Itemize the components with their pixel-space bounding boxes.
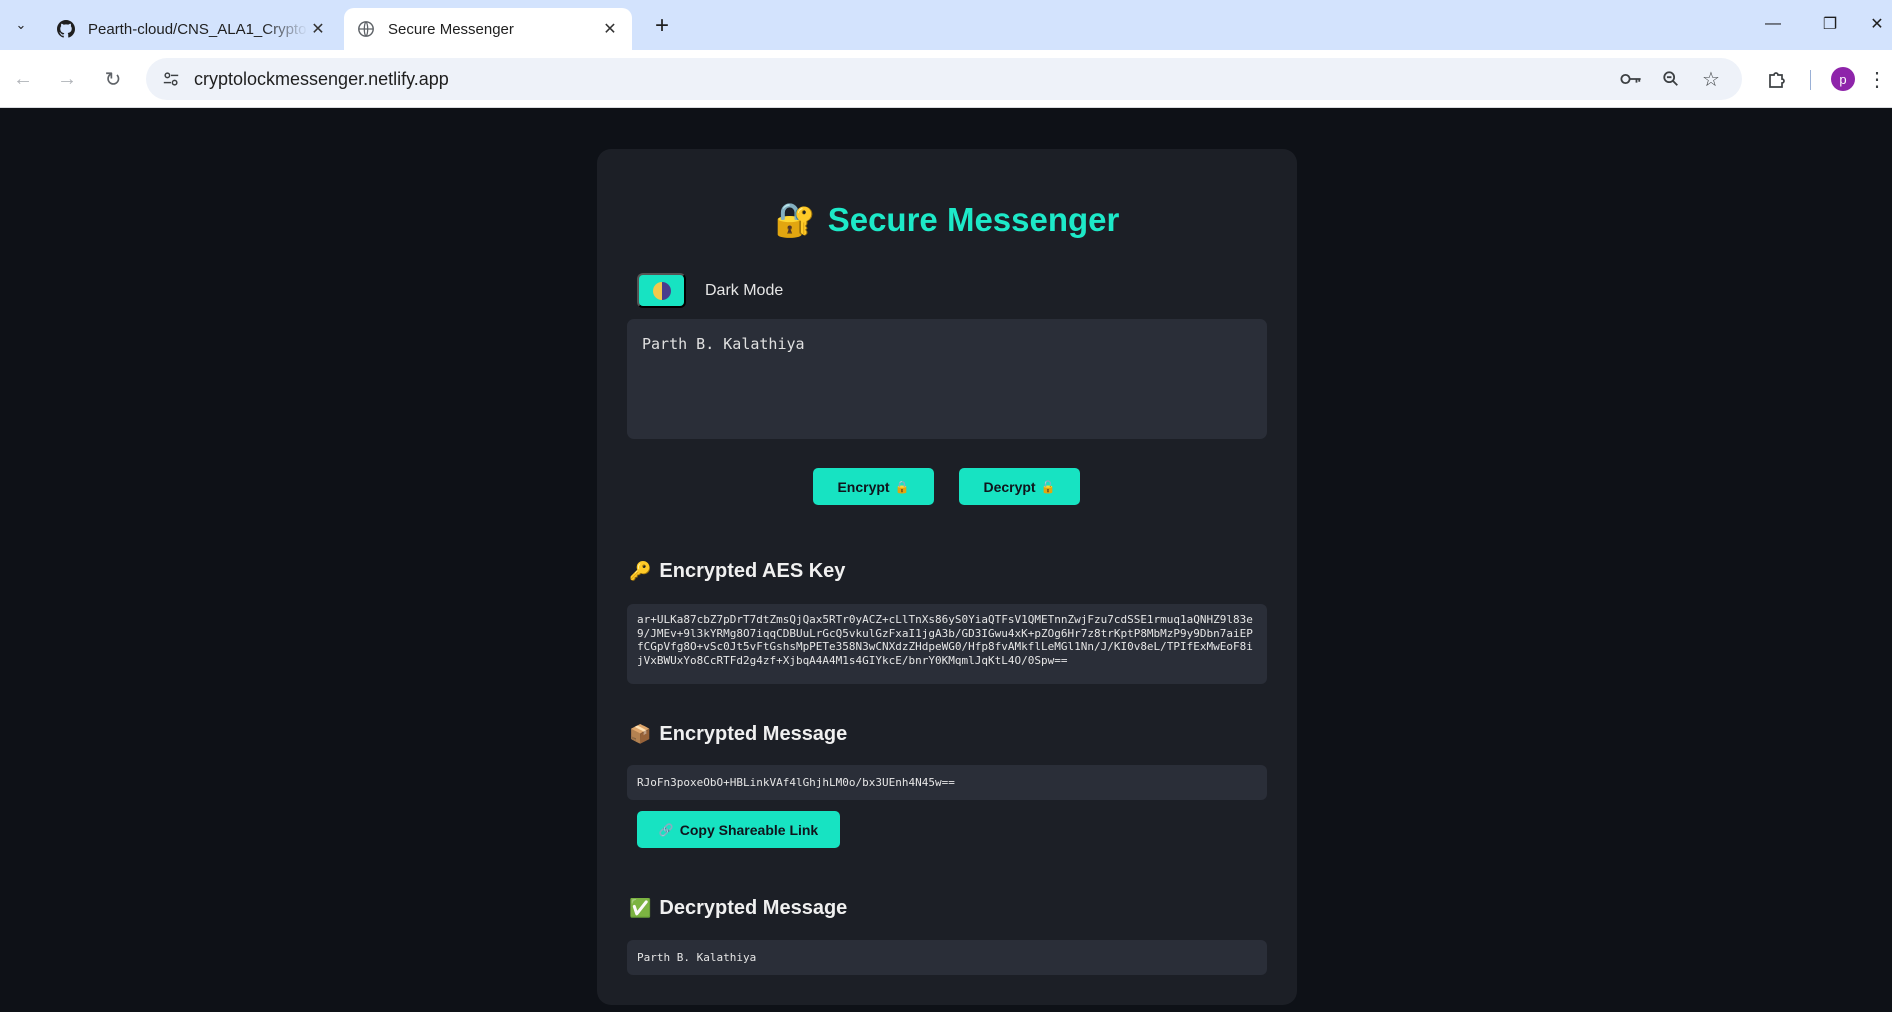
message-input[interactable]: Parth B. Kalathiya (627, 319, 1267, 439)
decrypted-message-heading: ✅ Decrypted Message (629, 897, 847, 920)
copy-shareable-link-button[interactable]: 🔗 Copy Shareable Link (637, 811, 840, 848)
bookmark-star-icon[interactable]: ☆ (1696, 64, 1726, 94)
dark-mode-label: Dark Mode (705, 282, 784, 299)
new-tab-plus-icon[interactable]: + (648, 12, 676, 40)
encrypted-message-heading-text: Encrypted Message (659, 723, 848, 745)
close-window-icon[interactable]: ✕ (1862, 10, 1892, 38)
dark-mode-toggle-button[interactable] (637, 273, 686, 308)
tab-title: Secure Messenger (388, 20, 514, 38)
site-settings-icon[interactable] (154, 62, 188, 96)
contrast-icon (652, 281, 671, 300)
encrypted-aes-key-output: ar+ULKa87cbZ7pDrT7dtZmsQjQax5RTr0yACZ+cL… (627, 604, 1267, 684)
zoom-icon[interactable] (1656, 64, 1686, 94)
browser-toolbar: ← → ↻ cryptolockmessenger.netlify.app ☆ … (0, 50, 1892, 108)
reload-icon[interactable]: ↻ (98, 64, 128, 94)
browser-tab-strip: ⌄ Pearth-cloud/CNS_ALA1_Crypto ✕ Secure … (0, 0, 1892, 50)
encrypted-message-heading: 📦 Encrypted Message (629, 723, 847, 746)
restore-icon[interactable]: ❐ (1810, 10, 1850, 38)
decrypt-button-label: Decrypt (983, 478, 1036, 495)
extensions-puzzle-icon[interactable] (1762, 64, 1792, 94)
tab-title: Pearth-cloud/CNS_ALA1_Crypto (88, 20, 307, 38)
address-url: cryptolockmessenger.netlify.app (194, 68, 449, 89)
aes-key-heading: 🔑 Encrypted AES Key (629, 560, 845, 583)
profile-avatar[interactable]: p (1831, 67, 1855, 91)
decrypted-message-output: Parth B. Kalathiya (627, 940, 1267, 975)
github-icon (56, 19, 76, 39)
package-icon: 📦 (629, 724, 652, 744)
link-icon: 🔗 (658, 822, 674, 837)
lock-with-key-icon: 🔐 (774, 201, 816, 238)
forward-arrow-icon[interactable]: → (52, 64, 82, 94)
close-tab-icon[interactable]: ✕ (308, 19, 328, 39)
check-mark-icon: ✅ (629, 898, 652, 918)
toolbar-divider (1810, 70, 1811, 90)
password-key-icon[interactable] (1616, 64, 1646, 94)
address-bar[interactable]: cryptolockmessenger.netlify.app ☆ (146, 58, 1742, 100)
close-tab-icon[interactable]: ✕ (600, 19, 620, 39)
aes-key-heading-text: Encrypted AES Key (659, 560, 846, 582)
back-arrow-icon[interactable]: ← (8, 64, 38, 94)
decrypt-button[interactable]: Decrypt 🔓 (959, 468, 1080, 505)
messenger-card: 🔐 Secure Messenger Dark Mode Parth B. Kal… (597, 149, 1297, 1005)
decrypted-message-heading-text: Decrypted Message (659, 897, 848, 919)
copy-link-label: Copy Shareable Link (679, 821, 819, 838)
encrypt-button-label: Encrypt (837, 478, 890, 495)
minimize-icon[interactable]: — (1753, 10, 1793, 38)
globe-icon (356, 19, 376, 39)
tab-search-chevron-icon[interactable]: ⌄ (8, 12, 34, 38)
tab-github[interactable]: Pearth-cloud/CNS_ALA1_Crypto ✕ (44, 8, 340, 50)
encrypted-message-output: RJoFn3poxeObO+HBLinkVAf4lGhjhLM0o/bx3UEn… (627, 765, 1267, 800)
encrypt-button[interactable]: Encrypt 🔒 (813, 468, 934, 505)
page-title: 🔐 Secure Messenger (597, 201, 1297, 240)
key-icon: 🔑 (629, 561, 652, 581)
lock-icon: 🔒 (894, 479, 910, 494)
unlock-icon: 🔓 (1040, 479, 1056, 494)
more-menu-icon[interactable]: ⋮ (1862, 64, 1892, 94)
tab-secure-messenger[interactable]: Secure Messenger ✕ (344, 8, 632, 50)
page-title-text: Secure Messenger (827, 201, 1120, 238)
